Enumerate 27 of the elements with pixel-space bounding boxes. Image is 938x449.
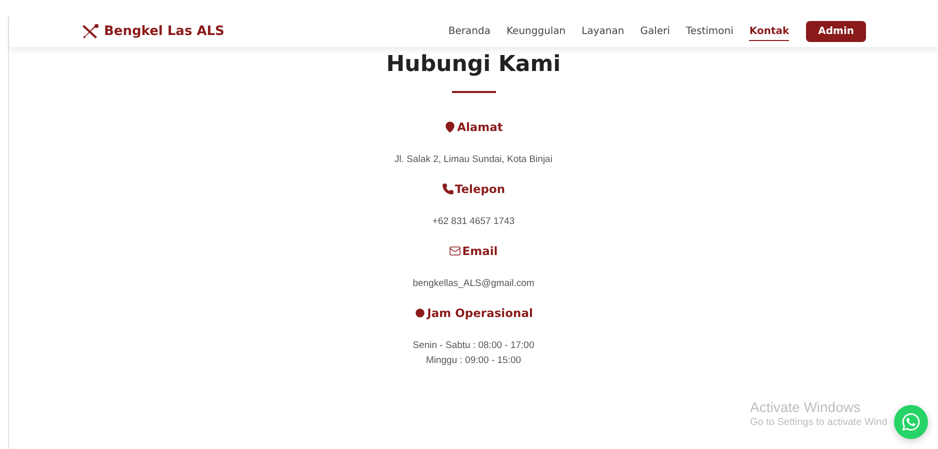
map-pin-icon (444, 121, 456, 133)
nav-link[interactable]: Layanan (582, 22, 624, 40)
nav-link[interactable]: Kontak (749, 22, 790, 40)
nav-link[interactable]: Galeri (640, 22, 670, 40)
nav-link[interactable]: Testimoni (686, 22, 734, 40)
contact-info: Senin - Sabtu : 08:00 - 17:00 (412, 339, 534, 353)
nav-link[interactable]: Keunggulan (506, 22, 566, 40)
activation-title: Activate Windows (750, 399, 862, 415)
brand-name[interactable]: Bengkel Las ALS (104, 24, 224, 39)
section-title: Email (462, 244, 498, 258)
section-title: Alamat (457, 120, 503, 134)
section-title: Telepon (454, 182, 506, 196)
admin-button[interactable]: Admin (806, 21, 866, 42)
chat-bubble-icon (901, 412, 921, 432)
contact-info: Jl. Salak 2, Limau Sundai, Kota Binjai (394, 153, 552, 167)
contact-info: Minggu : 09:00 - 15:00 (426, 354, 522, 368)
heading-underline (452, 91, 496, 93)
activation-text: Go to Settings to activate Wind (750, 416, 888, 430)
section-title: Jam Operasional (427, 306, 533, 320)
page-heading: Hubungi Kami (386, 51, 561, 79)
phone-icon (442, 183, 454, 195)
whatsapp-button[interactable] (894, 405, 928, 439)
contact-info: bengkellas_ALS@gmail.com (412, 277, 534, 291)
mail-icon (449, 245, 462, 257)
tools-icon (82, 24, 99, 39)
contact-info: +62 831 4657 1743 (432, 215, 515, 229)
nav-link[interactable]: Beranda (448, 22, 490, 40)
